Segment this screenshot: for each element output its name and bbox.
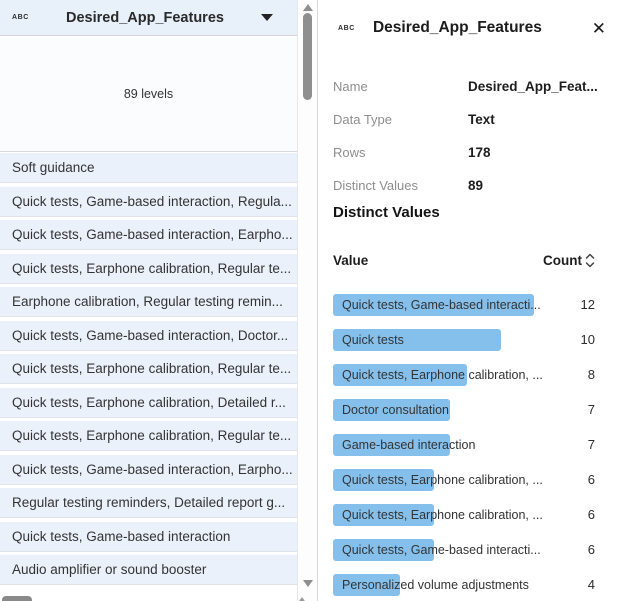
- metadata-row: Name Desired_App_Feat...: [333, 70, 606, 103]
- metadata-row: Distinct Values 89: [333, 169, 606, 202]
- scroll-up-icon[interactable]: [303, 4, 313, 11]
- count-cell: 10: [581, 329, 595, 351]
- count-cell: 6: [588, 469, 595, 491]
- list-item[interactable]: Quick tests, Game-based interaction, Ear…: [0, 455, 297, 485]
- metadata-label: Rows: [333, 145, 468, 160]
- column-metadata: Name Desired_App_Feat... Data Type Text …: [333, 70, 606, 202]
- levels-count-text: 89 levels: [124, 87, 173, 101]
- value-cell: Quick tests, Game-based interacti...: [342, 294, 541, 316]
- sort-arrows-icon: [585, 253, 595, 268]
- metadata-label: Data Type: [333, 112, 468, 127]
- metadata-row: Data Type Text: [333, 103, 606, 136]
- distinct-values-table: Quick tests, Game-based interacti... 12 …: [333, 294, 620, 601]
- metadata-label: Name: [333, 79, 468, 94]
- column-inspector-window: ABC Desired_App_Features 89 levels Soft …: [0, 0, 620, 601]
- count-cell: 6: [588, 504, 595, 526]
- value-cell: Quick tests, Earphone calibration, ...: [342, 504, 543, 526]
- distinct-values-section-title: Distinct Values: [333, 204, 440, 221]
- metadata-value: 178: [468, 145, 491, 160]
- value-cell: Game-based interaction: [342, 434, 475, 456]
- count-cell: 7: [588, 434, 595, 456]
- details-header: ABC Desired_App_Features ✕: [338, 16, 608, 40]
- table-row[interactable]: Quick tests 10: [333, 329, 620, 351]
- list-item[interactable]: Quick tests, Earphone calibration, Regul…: [0, 421, 297, 451]
- list-item[interactable]: Quick tests, Game-based interaction, Reg…: [0, 187, 297, 217]
- table-row[interactable]: Doctor consultation 7: [333, 399, 620, 421]
- count-cell: 6: [588, 539, 595, 561]
- levels-summary-area: 89 levels: [0, 37, 297, 152]
- value-cell: Quick tests, Earphone calibration, ...: [342, 469, 543, 491]
- list-item[interactable]: Quick tests, Earphone calibration, Regul…: [0, 254, 297, 284]
- value-cell: Quick tests, Earphone calibration, ...: [342, 364, 543, 386]
- table-row[interactable]: Quick tests, Game-based interacti... 6: [333, 539, 620, 561]
- table-row[interactable]: Quick tests, Game-based interacti... 12: [333, 294, 620, 316]
- column-preview-panel: ABC Desired_App_Features 89 levels Soft …: [0, 0, 298, 601]
- list-item[interactable]: Regular testing reminders, Detailed repo…: [0, 488, 297, 518]
- list-item[interactable]: Quick tests, Earphone calibration, Regul…: [0, 354, 297, 384]
- table-row[interactable]: Quick tests, Earphone calibration, ... 8: [333, 364, 620, 386]
- scroll-down-icon[interactable]: [303, 580, 313, 587]
- table-row[interactable]: Game-based interaction 7: [333, 434, 620, 456]
- list-item[interactable]: Earphone calibration, Regular testing re…: [0, 287, 297, 317]
- column-value-list: Soft guidance Quick tests, Game-based in…: [0, 153, 297, 601]
- value-column-header: Value: [333, 253, 368, 268]
- count-cell: 7: [588, 399, 595, 421]
- list-item[interactable]: Quick tests, Game-based interaction, Doc…: [0, 321, 297, 351]
- value-cell: Doctor consultation: [342, 399, 449, 421]
- horizontal-scroll-arrow-icon[interactable]: [297, 597, 307, 601]
- metadata-row: Rows 178: [333, 136, 606, 169]
- column-header-dropdown[interactable]: ABC Desired_App_Features: [0, 0, 297, 36]
- count-column-header[interactable]: Count: [543, 253, 595, 268]
- vertical-scrollbar[interactable]: [299, 0, 317, 601]
- table-row[interactable]: Quick tests, Earphone calibration, ... 6: [333, 504, 620, 526]
- text-type-icon: ABC: [338, 25, 355, 32]
- horizontal-scrollbar-thumb[interactable]: [2, 596, 32, 601]
- vertical-scrollbar-thumb[interactable]: [303, 13, 312, 100]
- column-details-panel: ABC Desired_App_Features ✕ Name Desired_…: [317, 0, 620, 601]
- count-cell: 8: [588, 364, 595, 386]
- count-cell: 4: [588, 574, 595, 596]
- metadata-label: Distinct Values: [333, 178, 468, 193]
- text-type-icon: ABC: [12, 14, 29, 21]
- list-item[interactable]: Quick tests, Earphone calibration, Detai…: [0, 388, 297, 418]
- chevron-down-icon: [261, 14, 273, 21]
- distinct-values-table-header: Value Count: [333, 251, 595, 269]
- metadata-value: 89: [468, 178, 483, 193]
- value-cell: Personalized volume adjustments: [342, 574, 529, 596]
- close-icon[interactable]: ✕: [590, 18, 608, 39]
- list-item[interactable]: Quick tests, Game-based interaction, Ear…: [0, 220, 297, 250]
- list-item[interactable]: Quick tests, Game-based interaction: [0, 522, 297, 552]
- table-row[interactable]: Personalized volume adjustments 4: [333, 574, 620, 596]
- value-cell: Quick tests: [342, 329, 404, 351]
- count-header-label: Count: [543, 253, 582, 268]
- column-title: Desired_App_Features: [29, 10, 261, 26]
- details-title: Desired_App_Features: [373, 19, 542, 37]
- value-cell: Quick tests, Game-based interacti...: [342, 539, 541, 561]
- metadata-value: Text: [468, 112, 495, 127]
- list-item[interactable]: Soft guidance: [0, 153, 297, 183]
- list-item[interactable]: Audio amplifier or sound booster: [0, 555, 297, 585]
- count-cell: 12: [581, 294, 595, 316]
- metadata-value: Desired_App_Feat...: [468, 79, 598, 94]
- table-row[interactable]: Quick tests, Earphone calibration, ... 6: [333, 469, 620, 491]
